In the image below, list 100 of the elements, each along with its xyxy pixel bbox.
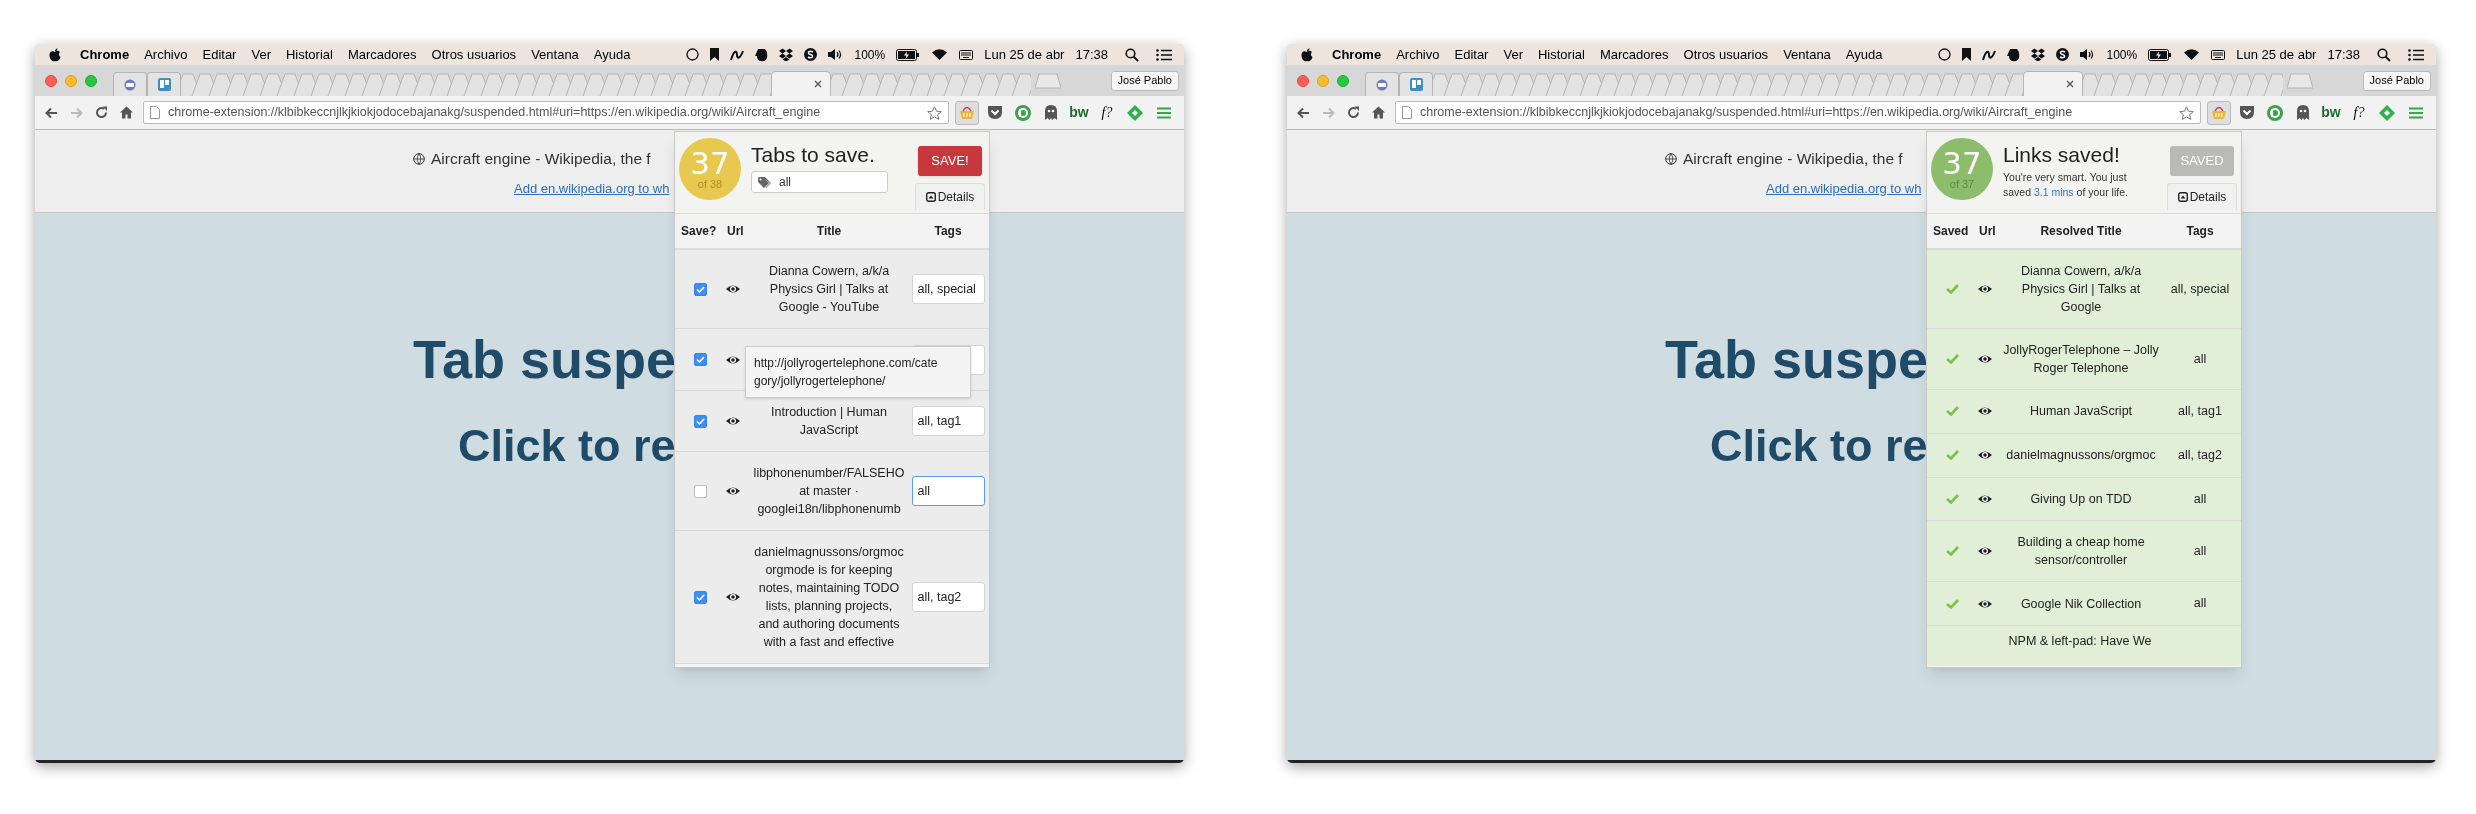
tags-field[interactable]: all: [911, 476, 985, 506]
time-saved-link[interactable]: 3.1 mins: [2033, 186, 2074, 198]
tags-field[interactable]: all, special: [911, 274, 985, 304]
menu-icon[interactable]: [2409, 106, 2423, 119]
details-button[interactable]: Details: [2167, 183, 2237, 210]
menu-item[interactable]: Editar: [1454, 44, 1489, 65]
pocket-icon: [2239, 105, 2255, 120]
wifi-icon: [931, 48, 949, 61]
pinned-tab[interactable]: [1399, 72, 1433, 96]
list-icon[interactable]: [2408, 48, 2424, 61]
menu-item[interactable]: Archivo: [144, 44, 188, 65]
basket-icon: [2211, 105, 2227, 120]
address-bar[interactable]: chrome-extension://klbibkeccnjlkjkiokjodocebajanakg/suspended.html#uri=https://en.wikipedia.org/wiki/Aircraft_engine: [1395, 101, 2201, 124]
battery-icon: [2148, 48, 2173, 61]
suspended-heading: Tab suspe: [1665, 328, 1929, 391]
menu-item[interactable]: Ayuda: [1845, 44, 1883, 65]
menu-icon[interactable]: [1157, 106, 1171, 119]
page-icon: [1402, 106, 1412, 119]
back-icon[interactable]: [1297, 106, 1310, 119]
app-menu[interactable]: Chrome: [1332, 44, 1382, 65]
menu-item[interactable]: Editar: [202, 44, 237, 65]
checkbox[interactable]: [693, 590, 707, 604]
profile-button[interactable]: José Pablo: [2362, 70, 2431, 91]
checkbox[interactable]: [693, 484, 707, 498]
close-icon[interactable]: [814, 80, 822, 88]
column-header: Url: [726, 223, 745, 240]
window-close-button[interactable]: [1297, 74, 1309, 87]
tags-field[interactable]: all, tag2: [911, 582, 985, 612]
extension-button[interactable]: f?: [2347, 100, 2371, 125]
search-icon[interactable]: [1125, 47, 1139, 62]
list-icon[interactable]: [1156, 48, 1172, 61]
reload-icon[interactable]: [95, 106, 108, 119]
column-header: Title: [815, 223, 843, 240]
menu-item[interactable]: Otros usuarios: [1683, 44, 1769, 65]
menu-item[interactable]: Ventana: [531, 44, 579, 65]
checkbox[interactable]: [693, 414, 707, 428]
save-button[interactable]: SAVE!: [918, 146, 982, 176]
window-close-button[interactable]: [45, 74, 57, 87]
tab-title: JollyRogerTelephone – Jolly Roger Telephone: [2003, 343, 2159, 375]
board-icon: [157, 78, 171, 91]
whitelist-link[interactable]: Add en.wikipedia.org to wh: [1766, 181, 1922, 197]
extension-button[interactable]: [955, 100, 979, 125]
eye-icon[interactable]: [725, 591, 741, 603]
column-header: Url: [1978, 223, 1997, 240]
back-icon[interactable]: [45, 106, 58, 119]
menu-item[interactable]: Ver: [251, 44, 271, 65]
menu-item[interactable]: Historial: [285, 44, 333, 65]
globe-icon: [1665, 152, 1677, 165]
address-bar[interactable]: chrome-extension://klbibkeccnjlkjkiokjodocebajanakg/suspended.html#uri=https://en.wikipedia.org/wiki/Aircraft_engine: [143, 101, 949, 124]
menu-item[interactable]: Ver: [1503, 44, 1523, 65]
checkbox[interactable]: [693, 282, 707, 296]
whitelist-link[interactable]: Add en.wikipedia.org to wh: [514, 181, 670, 197]
profile-button[interactable]: José Pablo: [1110, 70, 1179, 91]
home-icon[interactable]: [120, 106, 133, 119]
menu-item[interactable]: Ventana: [1783, 44, 1831, 65]
menu-item[interactable]: Marcadores: [1599, 44, 1669, 65]
eye-icon[interactable]: [1977, 283, 1993, 295]
tab-title: libphonenumber/FALSEHO at master · googlei18n/libphonenumb: [753, 466, 905, 516]
pinned-tab[interactable]: [147, 72, 181, 96]
pinned-tab[interactable]: [113, 72, 147, 96]
menu-item[interactable]: Otros usuarios: [431, 44, 517, 65]
star-icon[interactable]: [927, 105, 942, 120]
home-icon[interactable]: [1372, 106, 1385, 119]
checkmark-icon: [695, 285, 705, 293]
extension-button[interactable]: bw: [2319, 100, 2343, 125]
star-icon[interactable]: [2179, 105, 2194, 120]
tab-title: NPM & left-pad: Have We: [2008, 634, 2152, 648]
extension-button[interactable]: [2207, 100, 2231, 125]
menu-item[interactable]: Marcadores: [347, 44, 417, 65]
extension-button[interactable]: f?: [1095, 100, 1119, 125]
eye-icon[interactable]: [1977, 353, 1993, 365]
tag-filter-field[interactable]: all: [751, 171, 888, 193]
extension-button[interactable]: bw: [1067, 100, 1091, 125]
menu-item[interactable]: Ayuda: [593, 44, 631, 65]
column-header: Resolved Title: [2039, 223, 2123, 240]
globe-icon: [413, 152, 425, 165]
tab-title: danielmagnussons/orgmoc: [2006, 448, 2156, 463]
menu-item[interactable]: Archivo: [1396, 44, 1440, 65]
menu-item[interactable]: Historial: [1537, 44, 1585, 65]
resume-heading: Click to re: [458, 419, 676, 473]
window-zoom-button[interactable]: [1337, 74, 1349, 87]
reload-icon[interactable]: [1347, 106, 1360, 119]
details-button[interactable]: Details: [915, 183, 985, 210]
checkbox[interactable]: [693, 353, 707, 366]
search-icon[interactable]: [2377, 47, 2391, 62]
window-zoom-button[interactable]: [85, 74, 97, 87]
tags-text: all, tag1: [2178, 403, 2222, 420]
eye-icon[interactable]: [725, 283, 741, 295]
pinned-tab[interactable]: [1365, 72, 1399, 96]
tags-field[interactable]: all, tag1: [911, 406, 985, 436]
page-icon: [150, 106, 160, 119]
app-menu[interactable]: Chrome: [80, 44, 130, 65]
eye-icon[interactable]: [725, 415, 741, 427]
circle-icon: [685, 48, 699, 61]
ghost-icon: [1044, 104, 1058, 121]
resume-heading: Click to re: [1710, 419, 1928, 473]
tags-text: all, special: [2170, 280, 2230, 298]
eye-icon[interactable]: [725, 485, 741, 497]
close-icon[interactable]: [2066, 80, 2074, 88]
menu-time: 17:38: [1075, 45, 1108, 64]
